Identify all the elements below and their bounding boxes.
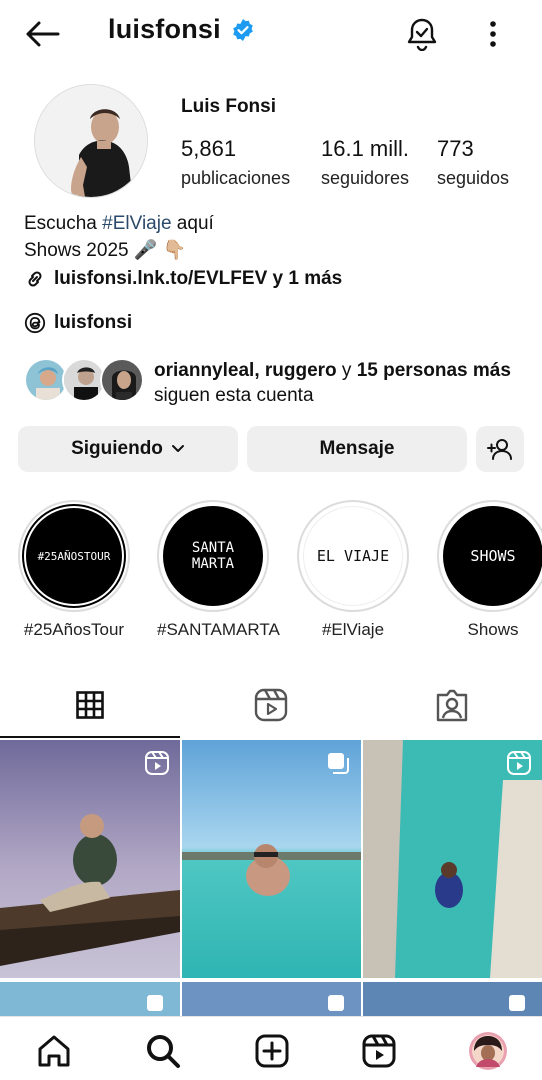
- following-stat[interactable]: 773 seguidos: [437, 136, 509, 189]
- reels-icon: [254, 688, 288, 722]
- grid-icon: [76, 691, 104, 719]
- arrow-left-icon: [26, 21, 60, 47]
- notifications-button[interactable]: [402, 14, 442, 54]
- story-highlight[interactable]: SHOWS Shows: [437, 500, 542, 640]
- tab-tagged[interactable]: [362, 672, 542, 738]
- add-person-icon: [487, 439, 512, 460]
- reel-badge-icon: [145, 751, 169, 775]
- story-highlight[interactable]: EL VIAJE #ElViaje: [297, 500, 409, 640]
- suggest-people-button[interactable]: [476, 426, 524, 472]
- followers-count: 16.1 mill.: [321, 136, 410, 161]
- following-count: 773: [437, 136, 474, 161]
- mutual-followers-text: oriannyleal, ruggero y 15 personas más s…: [154, 358, 534, 408]
- reel-badge-icon: [507, 751, 531, 775]
- highlight-ring: #25AÑOSTOUR: [18, 500, 130, 612]
- more-vertical-icon: [490, 21, 496, 47]
- bio-hashtag[interactable]: #ElViaje: [102, 213, 171, 234]
- followers-label: seguidores: [321, 168, 410, 188]
- profile-link[interactable]: luisfonsi.lnk.to/EVLFEV y 1 más: [24, 268, 342, 290]
- threads-handle: luisfonsi: [54, 312, 133, 333]
- link-icon: [28, 271, 42, 287]
- bio-text: Escucha: [24, 213, 103, 234]
- grid-post[interactable]: [0, 740, 180, 978]
- active-tab-indicator: [0, 736, 180, 738]
- following-label: seguidos: [437, 168, 510, 188]
- bio-text-suffix: aquí: [171, 213, 214, 234]
- nav-profile[interactable]: [466, 1029, 510, 1073]
- nav-home[interactable]: [32, 1029, 76, 1073]
- following-button[interactable]: Siguiendo: [18, 426, 238, 472]
- profile-content-tabs: [0, 672, 542, 738]
- highlight-cover-text: MARTA: [191, 556, 235, 572]
- threads-profile-link[interactable]: luisfonsi: [24, 312, 132, 334]
- mutual-connector: y: [336, 360, 357, 381]
- mutual-avatar: [100, 358, 144, 402]
- highlight-label: Shows: [467, 620, 519, 639]
- threads-icon: [24, 312, 46, 334]
- bell-check-icon: [407, 18, 437, 51]
- highlight-label: #SANTAMARTA: [157, 620, 280, 639]
- message-button-label: Mensaje: [319, 438, 395, 459]
- mutual-names: oriannyleal, ruggero: [154, 360, 337, 381]
- profile-link-text: luisfonsi.lnk.to/EVLFEV y 1 más: [54, 268, 343, 289]
- bio-line-1: Escucha #ElViaje aquí: [24, 210, 524, 237]
- nav-create[interactable]: [250, 1029, 294, 1073]
- top-bar: luisfonsi: [0, 0, 542, 66]
- highlight-cover: #25AÑOSTOUR: [24, 506, 124, 606]
- username-text: luisfonsi: [108, 14, 221, 44]
- bottom-navigation: [0, 1016, 542, 1080]
- mutual-suffix: siguen esta cuenta: [154, 385, 314, 406]
- posts-label: publicaciones: [181, 168, 291, 188]
- story-highlight[interactable]: #25AÑOSTOUR #25AñosTour: [18, 500, 130, 640]
- posts-count: 5,861: [181, 136, 237, 161]
- highlight-ring: SHOWS: [437, 500, 542, 612]
- avatar-photo: [35, 85, 147, 197]
- nav-search[interactable]: [141, 1029, 185, 1073]
- mutual-followers[interactable]: oriannyleal, ruggero y 15 personas más s…: [24, 356, 524, 406]
- grid-post[interactable]: [182, 740, 361, 978]
- tab-reels[interactable]: [181, 672, 361, 738]
- profile-bio: Escucha #ElViaje aquí Shows 2025 🎤 👇🏼: [24, 210, 524, 264]
- profile-full-name: Luis Fonsi: [181, 96, 276, 117]
- posts-stat[interactable]: 5,861 publicaciones: [181, 136, 290, 189]
- chevron-down-icon: [171, 445, 184, 452]
- nav-reels[interactable]: [357, 1029, 401, 1073]
- highlight-label: #ElViaje: [321, 620, 385, 639]
- tagged-icon: [436, 689, 468, 722]
- verified-badge-icon: [233, 18, 253, 41]
- highlight-cover-text: SANTA: [191, 540, 235, 556]
- highlight-cover-text: #25AÑOSTOUR: [37, 549, 111, 563]
- following-button-label: Siguiendo: [71, 438, 163, 459]
- carousel-badge-icon: [509, 995, 525, 1011]
- story-highlight[interactable]: SANTA MARTA #SANTAMARTA: [157, 500, 280, 640]
- reels-icon: [362, 1034, 396, 1068]
- more-options-button[interactable]: [476, 14, 510, 54]
- tab-posts-grid[interactable]: [0, 672, 180, 738]
- search-icon: [147, 1035, 180, 1068]
- highlight-cover: EL VIAJE: [303, 506, 403, 606]
- profile-avatar-icon: [469, 1032, 507, 1070]
- bio-line-2: Shows 2025 🎤 👇🏼: [24, 240, 187, 261]
- highlight-label: #25AñosTour: [23, 620, 125, 639]
- highlight-cover-text: EL VIAJE: [316, 547, 390, 565]
- highlight-ring: EL VIAJE: [297, 500, 409, 612]
- back-button[interactable]: [20, 14, 64, 54]
- carousel-badge-icon: [328, 753, 349, 774]
- message-button[interactable]: Mensaje: [247, 426, 467, 472]
- carousel-badge-icon: [147, 995, 163, 1011]
- grid-post[interactable]: [363, 740, 542, 978]
- mutual-count: 15 personas más: [356, 360, 511, 381]
- profile-avatar[interactable]: [34, 84, 148, 198]
- highlight-cover: SHOWS: [443, 506, 542, 606]
- highlight-cover: SANTA MARTA: [163, 506, 263, 606]
- followers-stat[interactable]: 16.1 mill. seguidores: [321, 136, 409, 189]
- highlight-cover-text: SHOWS: [470, 547, 516, 565]
- profile-username: luisfonsi: [108, 14, 255, 45]
- carousel-badge-icon: [328, 995, 344, 1011]
- plus-square-icon: [255, 1034, 289, 1068]
- highlight-ring: SANTA MARTA: [157, 500, 269, 612]
- home-icon: [38, 1035, 70, 1067]
